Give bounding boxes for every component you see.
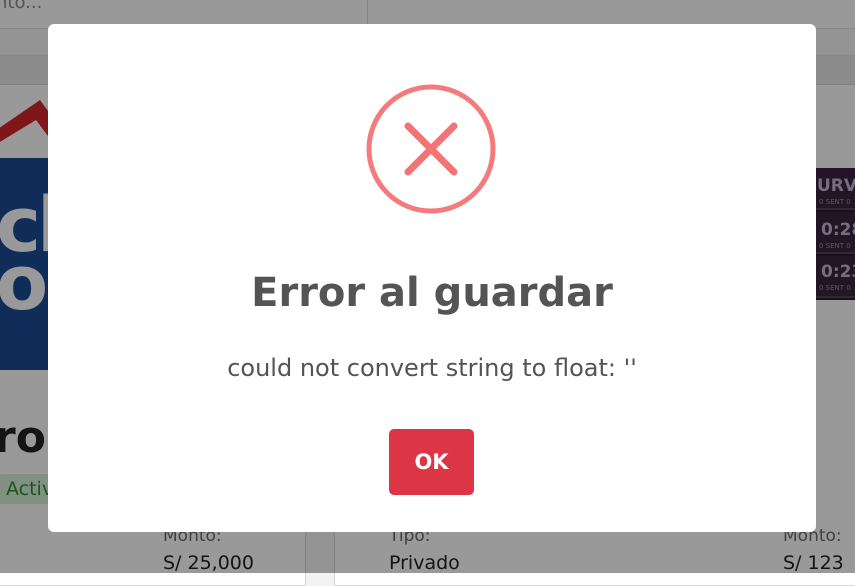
dialog-message: could not convert string to float: '' bbox=[227, 354, 637, 382]
error-x-icon bbox=[366, 84, 496, 214]
ok-button[interactable]: OK bbox=[389, 429, 474, 495]
dialog-title: Error al guardar bbox=[251, 270, 613, 316]
error-dialog: Error al guardar could not convert strin… bbox=[48, 24, 816, 532]
